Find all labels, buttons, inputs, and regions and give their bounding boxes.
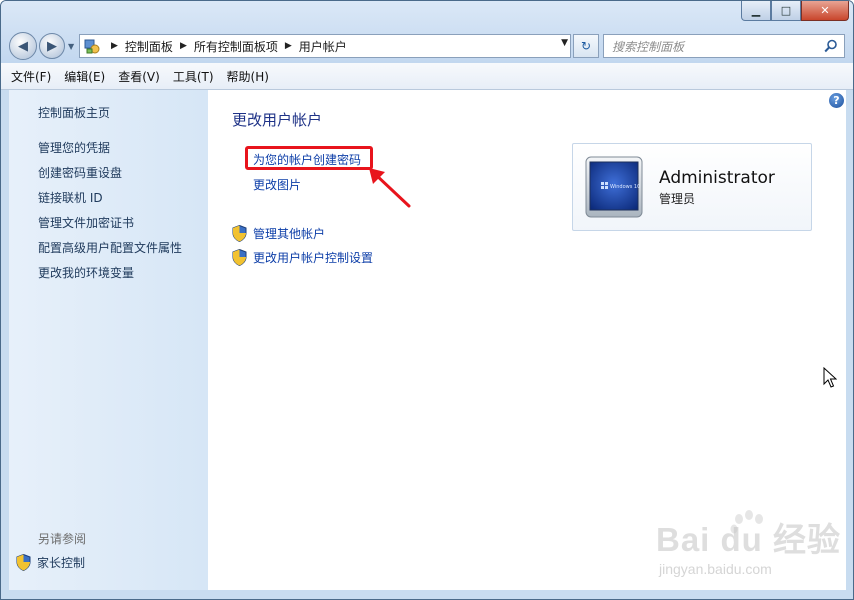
recent-pages-dropdown[interactable]: ▼ bbox=[68, 42, 74, 51]
breadcrumb-user-accounts[interactable]: 用户帐户 bbox=[299, 38, 347, 55]
parental-controls-label: 家长控制 bbox=[37, 556, 86, 570]
breadcrumb-separator-icon[interactable]: ▶ bbox=[111, 41, 118, 51]
control-panel-icon bbox=[84, 39, 100, 54]
mouse-cursor-icon bbox=[823, 367, 837, 388]
sidebar-item-environment-variables[interactable]: 更改我的环境变量 bbox=[38, 264, 134, 281]
red-arrow-annotation bbox=[369, 168, 411, 208]
account-card: Windows 10 Administrator 管理员 bbox=[572, 143, 812, 231]
manage-other-accounts-label: 管理其他帐户 bbox=[253, 227, 326, 241]
forward-button[interactable]: ▶ bbox=[39, 33, 65, 59]
caption-buttons: ▁ □ ✕ bbox=[741, 1, 849, 21]
address-bar[interactable]: ▶ 控制面板 ▶ 所有控制面板项 ▶ 用户帐户 ▼ bbox=[79, 34, 571, 58]
watermark-text: Bai du 经验 bbox=[656, 521, 842, 558]
menu-edit[interactable]: 编辑(E) bbox=[64, 68, 105, 85]
sidebar-item-parental-controls[interactable]: 家长控制 bbox=[16, 554, 85, 571]
menu-help[interactable]: 帮助(H) bbox=[227, 68, 269, 85]
sidebar-item-advanced-profile-properties[interactable]: 配置高级用户配置文件属性 bbox=[38, 239, 182, 256]
maximize-button[interactable]: □ bbox=[771, 1, 801, 21]
watermark-url: jingyan.baidu.com bbox=[659, 561, 772, 577]
account-role: 管理员 bbox=[659, 192, 696, 206]
breadcrumb-control-panel[interactable]: 控制面板 bbox=[125, 38, 173, 55]
breadcrumb-separator-icon[interactable]: ▶ bbox=[285, 41, 292, 51]
menu-bar: 文件(F) 编辑(E) 查看(V) 工具(T) 帮助(H) bbox=[1, 63, 853, 90]
account-picture[interactable]: Windows 10 bbox=[585, 156, 643, 218]
create-password-link[interactable]: 为您的帐户创建密码 bbox=[253, 151, 361, 168]
shield-icon bbox=[232, 249, 247, 266]
menu-file[interactable]: 文件(F) bbox=[11, 68, 51, 85]
title-bar: ▁ □ ✕ ◀ ▶ ▼ ▶ 控制面板 ▶ 所有控制面板项 ▶ 用户帐户 ▼ ↻ … bbox=[1, 1, 853, 63]
help-icon[interactable]: ? bbox=[829, 93, 844, 108]
back-button[interactable]: ◀ bbox=[9, 32, 37, 60]
uac-settings-label: 更改用户帐户控制设置 bbox=[253, 251, 374, 265]
breadcrumb-all-items[interactable]: 所有控制面板项 bbox=[194, 38, 278, 55]
change-picture-link[interactable]: 更改图片 bbox=[253, 176, 301, 193]
shield-icon bbox=[16, 554, 31, 571]
search-input[interactable]: 搜索控制面板 bbox=[612, 38, 824, 55]
control-panel-window: ▁ □ ✕ ◀ ▶ ▼ ▶ 控制面板 ▶ 所有控制面板项 ▶ 用户帐户 ▼ ↻ … bbox=[0, 0, 854, 600]
account-name: Administrator bbox=[659, 168, 775, 188]
sidebar-item-link-online-id[interactable]: 链接联机 ID bbox=[38, 189, 103, 206]
close-button[interactable]: ✕ bbox=[801, 1, 849, 21]
refresh-button[interactable]: ↻ bbox=[573, 34, 599, 58]
address-dropdown-icon[interactable]: ▼ bbox=[561, 38, 568, 48]
search-box[interactable]: 搜索控制面板 bbox=[603, 34, 845, 58]
sidebar-item-password-reset-disk[interactable]: 创建密码重设盘 bbox=[38, 164, 122, 181]
sidebar: 控制面板主页 管理您的凭据 创建密码重设盘 链接联机 ID 管理文件加密证书 配… bbox=[9, 90, 208, 590]
sidebar-item-encryption-certificates[interactable]: 管理文件加密证书 bbox=[38, 214, 134, 231]
page-title: 更改用户帐户 bbox=[232, 111, 323, 129]
manage-other-accounts-link[interactable]: 管理其他帐户 bbox=[232, 225, 325, 242]
shield-icon bbox=[232, 225, 247, 242]
navigation-buttons: ◀ ▶ ▼ bbox=[9, 32, 74, 60]
menu-tools[interactable]: 工具(T) bbox=[173, 68, 214, 85]
windows-logo-text: Windows 10 bbox=[610, 184, 640, 190]
minimize-button[interactable]: ▁ bbox=[741, 1, 771, 21]
uac-settings-link[interactable]: 更改用户帐户控制设置 bbox=[232, 249, 373, 266]
sidebar-item-manage-credentials[interactable]: 管理您的凭据 bbox=[38, 139, 110, 156]
breadcrumb-separator-icon[interactable]: ▶ bbox=[180, 41, 187, 51]
search-icon[interactable] bbox=[824, 39, 838, 53]
see-also-heading: 另请参阅 bbox=[38, 532, 87, 546]
menu-view[interactable]: 查看(V) bbox=[118, 68, 160, 85]
sidebar-item-control-panel-home[interactable]: 控制面板主页 bbox=[38, 104, 110, 121]
